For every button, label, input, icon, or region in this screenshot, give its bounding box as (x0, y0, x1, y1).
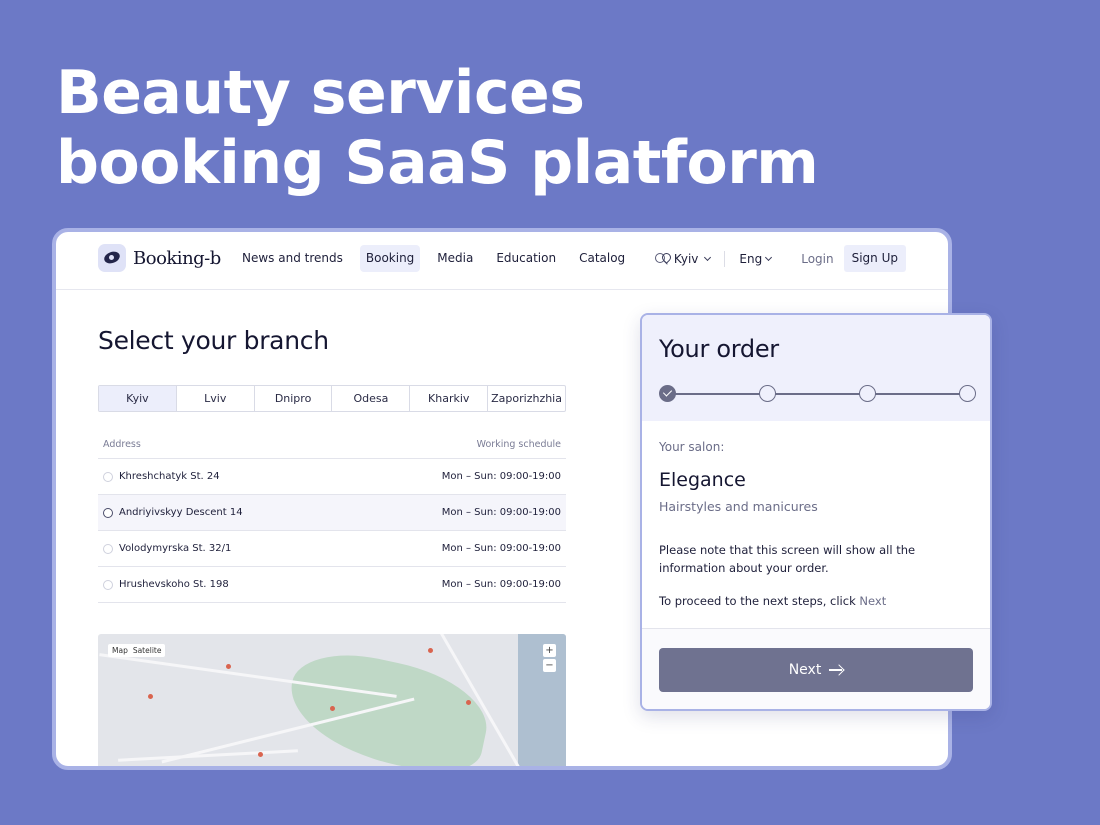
hero-title-line-2: booking SaaS platform (56, 128, 819, 198)
nav-news-and-trends[interactable]: News and trends (236, 245, 349, 272)
branch-address: Khreshchatyk St. 24 (119, 471, 220, 482)
tab-kharkiv[interactable]: Kharkiv (410, 386, 489, 411)
order-hint-next: Next (859, 594, 887, 608)
login-link[interactable]: Login (801, 252, 833, 266)
radio-button[interactable] (103, 471, 113, 482)
zoom-in-button[interactable]: + (543, 644, 556, 657)
chevron-down-icon (704, 253, 712, 261)
tab-kyiv[interactable]: Kyiv (99, 386, 177, 411)
signup-button[interactable]: Sign Up (843, 245, 906, 272)
order-card-header: Your order (642, 315, 990, 421)
nav-media[interactable]: Media (431, 245, 479, 272)
zoom-out-button[interactable]: − (543, 659, 556, 672)
tab-dnipro[interactable]: Dnipro (255, 386, 333, 411)
header-actions: Kyiv Eng Login Sign Up (662, 245, 906, 272)
map-type-control: Map Satelite (108, 644, 166, 657)
nav-education[interactable]: Education (490, 245, 562, 272)
branch-address: Hrushevskoho St. 198 (119, 579, 229, 590)
row-address-cell: Volodymyrska St. 32/1 (103, 543, 231, 554)
salon-description: Hairstyles and manicures (659, 499, 818, 514)
table-row[interactable]: Andriyivskyy Descent 14 Mon – Sun: 09:00… (98, 495, 566, 531)
step-pending-icon (759, 385, 776, 402)
branch-schedule: Mon – Sun: 09:00-19:00 (441, 579, 561, 590)
order-title: Your order (659, 335, 779, 363)
branch-map[interactable]: Map Satelite + − (98, 634, 566, 766)
map-marker (330, 706, 335, 711)
column-header-schedule: Working schedule (476, 439, 561, 450)
logo-icon (98, 244, 126, 272)
table-header: Address Working schedule (98, 439, 566, 459)
map-marker (428, 648, 433, 653)
stepper-line (667, 393, 967, 395)
step-completed-icon (659, 385, 676, 402)
page-title: Select your branch (98, 326, 329, 355)
branch-address: Andriyivskyy Descent 14 (119, 507, 243, 518)
order-hint: To proceed to the next steps, click Next (659, 594, 886, 608)
branch-schedule: Mon – Sun: 09:00-19:00 (441, 507, 561, 518)
chevron-down-icon (765, 253, 773, 261)
arrow-right-icon (829, 665, 843, 675)
hero-title-line-1: Beauty services (56, 58, 585, 128)
order-card-footer: Next (642, 628, 990, 709)
branch-table: Address Working schedule Khreshchatyk St… (98, 439, 566, 603)
city-select[interactable]: Kyiv (662, 250, 726, 267)
step-pending-icon (959, 385, 976, 402)
map-marker (226, 664, 231, 669)
next-button-label: Next (788, 662, 822, 678)
map-water-area (518, 634, 566, 766)
map-marker (466, 700, 471, 705)
main-nav: News and trends Booking Media Education … (236, 245, 668, 272)
map-type-map[interactable]: Map (112, 646, 128, 655)
table-row[interactable]: Hrushevskoho St. 198 Mon – Sun: 09:00-19… (98, 567, 566, 603)
order-summary-card: Your order Your salon: Elegance Hairstyl… (640, 313, 992, 711)
location-pin-icon (662, 253, 671, 265)
map-marker (258, 752, 263, 757)
map-marker (148, 694, 153, 699)
logo[interactable]: Booking-b (98, 244, 221, 272)
salon-name: Elegance (659, 469, 746, 491)
tab-lviv[interactable]: Lviv (177, 386, 255, 411)
step-pending-icon (859, 385, 876, 402)
table-row[interactable]: Khreshchatyk St. 24 Mon – Sun: 09:00-19:… (98, 459, 566, 495)
tab-zaporizhzhia[interactable]: Zaporizhzhia (488, 386, 565, 411)
hero-title: Beauty services booking SaaS platform (56, 58, 819, 198)
branch-address: Volodymyrska St. 32/1 (119, 543, 232, 554)
nav-catalog[interactable]: Catalog (573, 245, 631, 272)
map-type-satellite[interactable]: Satelite (133, 646, 162, 655)
order-stepper (659, 385, 976, 403)
branch-schedule: Mon – Sun: 09:00-19:00 (441, 471, 561, 482)
row-address-cell: Hrushevskoho St. 198 (103, 579, 229, 590)
site-header: Booking-b News and trends Booking Media … (56, 232, 948, 290)
table-row[interactable]: Volodymyrska St. 32/1 Mon – Sun: 09:00-1… (98, 531, 566, 567)
city-select-value: Kyiv (673, 251, 699, 266)
radio-button[interactable] (103, 543, 113, 554)
city-tabs: Kyiv Lviv Dnipro Odesa Kharkiv Zaporizhz… (98, 385, 566, 412)
salon-label: Your salon: (659, 440, 725, 454)
nav-booking[interactable]: Booking (359, 245, 421, 272)
order-hint-text: To proceed to the next steps, click (659, 594, 856, 608)
order-note: Please note that this screen will show a… (659, 543, 916, 575)
column-header-address: Address (103, 439, 141, 450)
row-address-cell: Andriyivskyy Descent 14 (103, 507, 243, 518)
next-button[interactable]: Next (659, 648, 973, 692)
radio-button[interactable] (103, 579, 113, 590)
branch-schedule: Mon – Sun: 09:00-19:00 (441, 543, 561, 554)
tab-odesa[interactable]: Odesa (332, 386, 411, 411)
logo-text: Booking-b (133, 247, 221, 269)
language-select[interactable]: Eng (725, 251, 773, 266)
radio-button[interactable] (103, 507, 113, 518)
row-address-cell: Khreshchatyk St. 24 (103, 471, 220, 482)
language-select-value: Eng (739, 251, 763, 266)
map-zoom-controls: + − (543, 644, 556, 672)
